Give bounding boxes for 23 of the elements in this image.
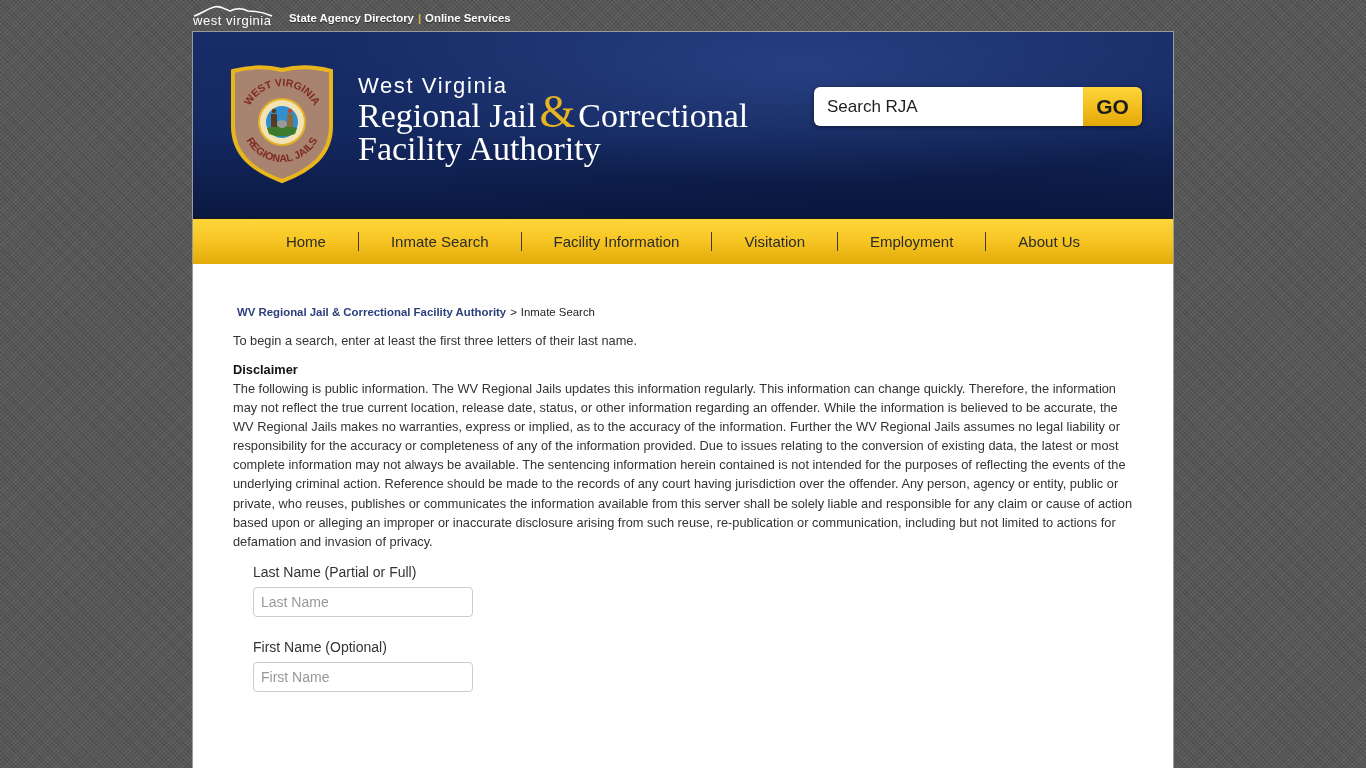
intro-text: To begin a search, enter at least the first three letters of their last name. xyxy=(233,333,639,349)
breadcrumb-link[interactable]: WV Regional Jail & Correctional Facility Authority xyxy=(237,305,507,319)
link-separator: | xyxy=(417,11,422,24)
text-input-field[interactable]: First Name xyxy=(253,661,473,692)
nav-link[interactable]: Inmate Search xyxy=(358,219,521,264)
text-input-field[interactable]: Last Name xyxy=(253,586,473,617)
go-button[interactable]: GO xyxy=(1083,87,1142,126)
field-label: Last Name (Partial or Full) xyxy=(253,562,417,582)
nav-link[interactable]: Home xyxy=(253,219,358,264)
field-label: First Name (Optional) xyxy=(253,637,387,657)
breadcrumb-separator: > xyxy=(510,305,517,319)
nav-link[interactable]: Visitation xyxy=(712,219,837,264)
state-logo[interactable]: west virginia xyxy=(193,4,273,28)
top-link[interactable]: State Agency Directory xyxy=(289,11,414,24)
top-link[interactable]: Online Services xyxy=(425,11,511,24)
search-field[interactable]: Search RJA xyxy=(814,87,1083,126)
nav-link[interactable]: About Us xyxy=(986,219,1113,264)
breadcrumb-current: Inmate Search xyxy=(520,305,595,319)
nav-link[interactable]: Employment xyxy=(838,219,986,264)
disclaimer-heading: Disclaimer xyxy=(233,361,299,379)
state-name: West Virginia xyxy=(358,73,508,99)
disclaimer-text: The following is public information. The WV Regional Jails updates this information regularly. This information can change quickly. Therefore, the information may not reflect the true current location, release date, status, or other information regarding an offender. While the information is believed to be accurate, the WV Regional Jails makes no warranties, express or implied, as to the accuracy of the information. Further the WV Regional Jails assumes no legal liability or responsibility for the accuracy or completeness of any of the information provided. Due to issues relating to the conversion of existing data, the latest or most complete information may not always be available. The sentencing information herein contained is not intended for the purposes of reflecting the events of the underlying criminal action. Reference should be made to the records of any court having jurisdiction over the offender. Any person, agency or entity, public or private, who reuses, publishes or communicates the information available from this server shall be solely liable and responsible for any claim or cause of action based upon or alleging an improper or inaccurate disclosure arising from such reuse, re-publication or communication, including but not limited to actions for defamation and invasion of privacy. xyxy=(233,380,1134,551)
nav-link[interactable]: Facility Information xyxy=(521,219,712,264)
